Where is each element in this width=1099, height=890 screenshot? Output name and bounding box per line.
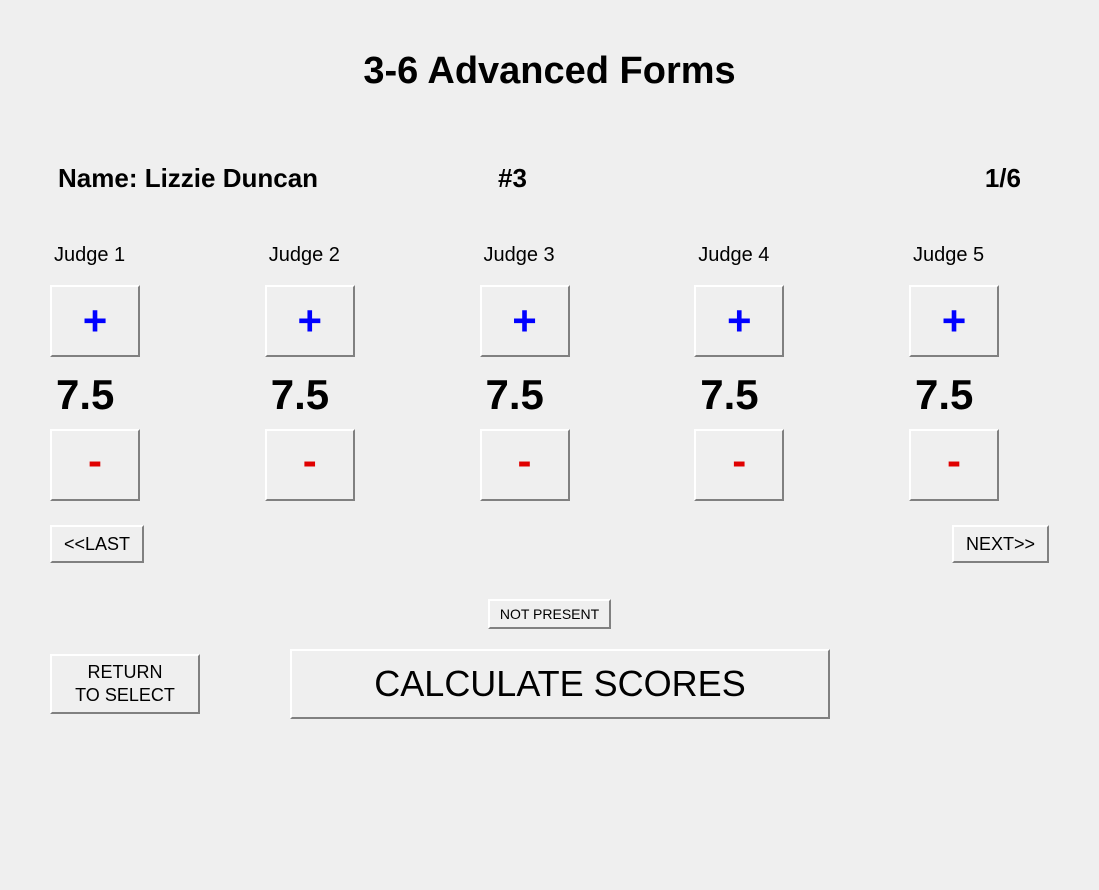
judge-column-3: Judge 3 + 7.5 - <box>480 244 620 501</box>
return-to-select-button[interactable]: RETURN TO SELECT <box>50 654 200 714</box>
last-button[interactable]: <<LAST <box>50 525 144 563</box>
bottom-row: RETURN TO SELECT CALCULATE SCORES <box>50 649 1049 719</box>
judge-5-plus-button[interactable]: + <box>909 285 999 357</box>
judge-4-minus-button[interactable]: - <box>694 429 784 501</box>
judge-3-minus-button[interactable]: - <box>480 429 570 501</box>
judge-1-score: 7.5 <box>56 371 114 419</box>
page-title: 3-6 Advanced Forms <box>50 50 1049 93</box>
middle-section: NOT PRESENT <box>50 599 1049 629</box>
judge-column-5: Judge 5 + 7.5 - <box>909 244 1049 501</box>
judge-4-plus-button[interactable]: + <box>694 285 784 357</box>
judge-4-label: Judge 4 <box>694 244 769 267</box>
judge-4-score: 7.5 <box>700 371 758 419</box>
progress-indicator: 1/6 <box>698 163 1041 194</box>
judge-5-minus-button[interactable]: - <box>909 429 999 501</box>
judge-5-score: 7.5 <box>915 371 973 419</box>
judge-column-4: Judge 4 + 7.5 - <box>694 244 834 501</box>
calculate-scores-button[interactable]: CALCULATE SCORES <box>290 649 830 719</box>
judge-column-2: Judge 2 + 7.5 - <box>265 244 405 501</box>
judge-3-score: 7.5 <box>486 371 544 419</box>
judge-2-score: 7.5 <box>271 371 329 419</box>
next-button[interactable]: NEXT>> <box>952 525 1049 563</box>
judges-row: Judge 1 + 7.5 - Judge 2 + 7.5 - Judge 3 … <box>50 244 1049 501</box>
competitor-number: #3 <box>498 163 698 194</box>
judge-1-minus-button[interactable]: - <box>50 429 140 501</box>
judge-3-plus-button[interactable]: + <box>480 285 570 357</box>
judge-2-plus-button[interactable]: + <box>265 285 355 357</box>
judge-3-label: Judge 3 <box>480 244 555 267</box>
not-present-button[interactable]: NOT PRESENT <box>488 599 611 629</box>
info-row: Name: Lizzie Duncan #3 1/6 <box>50 163 1049 194</box>
judge-2-label: Judge 2 <box>265 244 340 267</box>
nav-row: <<LAST NEXT>> <box>50 525 1049 563</box>
competitor-name: Name: Lizzie Duncan <box>58 163 498 194</box>
judge-column-1: Judge 1 + 7.5 - <box>50 244 190 501</box>
judge-2-minus-button[interactable]: - <box>265 429 355 501</box>
judge-1-plus-button[interactable]: + <box>50 285 140 357</box>
judge-5-label: Judge 5 <box>909 244 984 267</box>
judge-1-label: Judge 1 <box>50 244 125 267</box>
